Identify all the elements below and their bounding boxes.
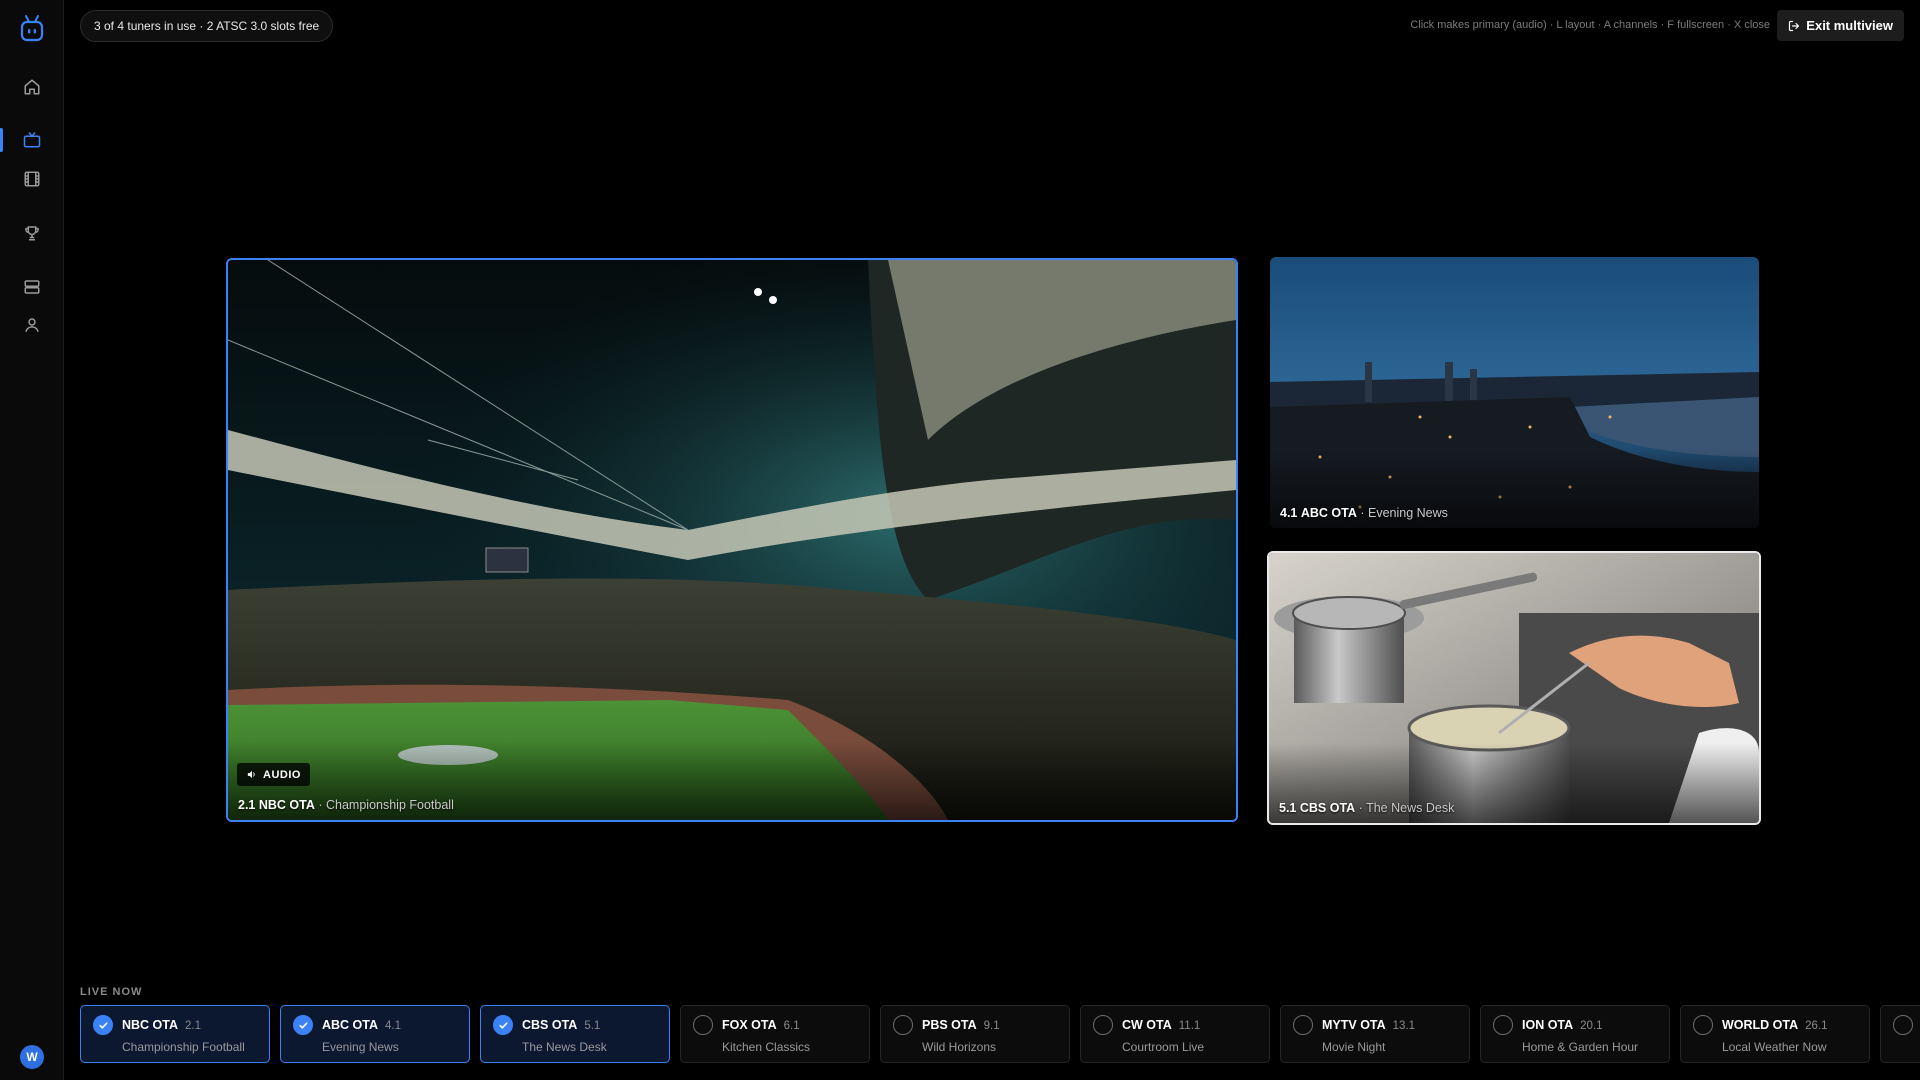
- trophy-icon: [24, 226, 39, 241]
- channel-card[interactable]: NBC OTA 2.1 Championship Football: [80, 1005, 270, 1063]
- empty-circle-icon: [1893, 1015, 1913, 1035]
- secondary-video-tile-cbs[interactable]: 5.1 CBS OTA · The News Desk: [1267, 551, 1761, 825]
- tv-icon: [23, 132, 40, 148]
- nav-live-tv[interactable]: [0, 121, 63, 159]
- nav-movies[interactable]: [0, 160, 63, 198]
- channel-card[interactable]: CBS OTA 5.1 The News Desk: [480, 1005, 670, 1063]
- keyboard-hint: Click makes primary (audio) · L layout ·…: [1410, 19, 1770, 31]
- tuner-status-badge: 3 of 4 tuners in use · 2 ATSC 3.0 slots …: [80, 10, 334, 42]
- check-circle-icon: [93, 1015, 113, 1035]
- cbs-tile-label: 5.1 CBS OTA · The News Desk: [1279, 801, 1455, 815]
- empty-circle-icon: [1493, 1015, 1513, 1035]
- empty-circle-icon: [693, 1015, 713, 1035]
- server-icon: [24, 280, 39, 294]
- sidebar: W: [0, 0, 64, 1080]
- exit-icon: [1789, 20, 1800, 31]
- channel-card[interactable]: FOX OTA 6.1 Kitchen Classics: [680, 1005, 870, 1063]
- empty-circle-icon: [893, 1015, 913, 1035]
- channel-card[interactable]: MYTV OTA 13.1 Movie Night: [1280, 1005, 1470, 1063]
- abc-tile-label: 4.1 ABC OTA · Evening News: [1280, 506, 1448, 520]
- stadium-video-frame: [228, 260, 1236, 820]
- home-icon: [24, 79, 39, 95]
- channel-card[interactable]: ABC OTA 4.1 Evening News: [280, 1005, 470, 1063]
- empty-circle-icon: [1693, 1015, 1713, 1035]
- channel-card[interactable]: WORLD OTA 26.1 Local Weather Now: [1680, 1005, 1870, 1063]
- channel-strip: NBC OTA 2.1 Championship Football ABC OTA…: [80, 1005, 1920, 1065]
- speaker-icon: [247, 770, 255, 779]
- nav-home[interactable]: [0, 68, 63, 106]
- audio-badge-label: AUDIO: [263, 768, 301, 781]
- nav-sports[interactable]: [0, 214, 63, 252]
- empty-circle-icon: [1293, 1015, 1313, 1035]
- channel-card[interactable]: ION OTA 20.1 Home & Garden Hour: [1480, 1005, 1670, 1063]
- check-circle-icon: [293, 1015, 313, 1035]
- avatar[interactable]: W: [20, 1045, 44, 1069]
- film-icon: [24, 171, 39, 187]
- primary-tile-label: 2.1 NBC OTA · Championship Football: [238, 798, 454, 812]
- channel-card[interactable]: [1880, 1005, 1920, 1063]
- exit-multiview-button[interactable]: Exit multiview: [1777, 10, 1904, 41]
- user-icon: [24, 318, 39, 332]
- exit-multiview-label: Exit multiview: [1806, 18, 1893, 33]
- channel-card[interactable]: PBS OTA 9.1 Wild Horizons: [880, 1005, 1070, 1063]
- nav-recordings[interactable]: [0, 268, 63, 306]
- live-now-title: LIVE NOW: [80, 986, 143, 998]
- channel-card[interactable]: CW OTA 11.1 Courtroom Live: [1080, 1005, 1270, 1063]
- primary-video-tile[interactable]: AUDIO 2.1 NBC OTA · Championship Footbal…: [226, 258, 1238, 822]
- audio-badge: AUDIO: [237, 763, 310, 786]
- check-circle-icon: [493, 1015, 513, 1035]
- empty-circle-icon: [1093, 1015, 1113, 1035]
- nav-profile[interactable]: [0, 306, 63, 344]
- robot-logo-icon[interactable]: [19, 14, 45, 44]
- secondary-video-tile-abc[interactable]: 4.1 ABC OTA · Evening News: [1270, 257, 1759, 528]
